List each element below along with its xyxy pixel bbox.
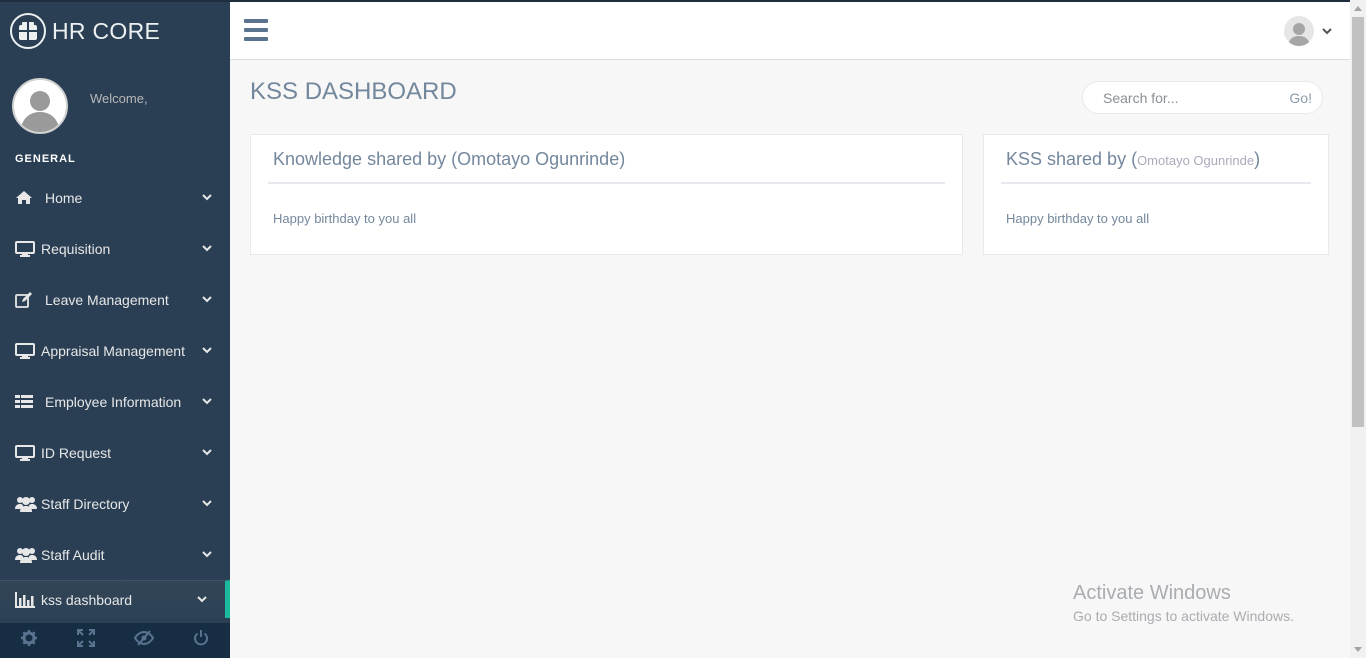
vertical-scrollbar[interactable] — [1350, 0, 1366, 658]
sidebar-item-label: Staff Directory — [41, 495, 130, 512]
welcome-text: Welcome, — [90, 91, 148, 106]
chevron-down-icon — [202, 346, 212, 356]
chevron-down-icon — [202, 244, 212, 254]
knowledge-panel: Knowledge shared by (Omotayo Ogunrinde) … — [250, 134, 963, 255]
chevron-down-icon — [197, 595, 207, 605]
fullscreen-button[interactable] — [58, 623, 116, 658]
chevron-down-icon — [202, 193, 212, 203]
lock-button[interactable] — [115, 623, 173, 658]
sidebar-item-staff-directory[interactable]: Staff Directory — [0, 478, 230, 529]
main-content: KSS DASHBOARD Go! Knowledge shared by (O… — [230, 60, 1350, 658]
panel-title-suffix: ) — [1254, 149, 1261, 169]
chevron-down-icon — [202, 550, 212, 560]
table-icon — [15, 394, 41, 409]
chevron-down-icon — [202, 448, 212, 458]
search-go-button[interactable]: Go! — [1289, 90, 1312, 106]
sidebar-item-leave-management[interactable]: Leave Management — [0, 274, 230, 325]
profile: Welcome, — [0, 60, 230, 150]
users-icon — [15, 547, 41, 563]
sidebar-item-label: Employee Information — [45, 393, 182, 410]
scroll-up-icon[interactable] — [1354, 6, 1362, 11]
sidebar-item-label: Staff Audit — [41, 546, 105, 563]
sidebar-item-label: Appraisal Management — [41, 342, 185, 359]
logout-button[interactable] — [173, 623, 231, 658]
search-input[interactable] — [1083, 89, 1263, 106]
panel-title-name: Omotayo Ogunrinde — [1137, 153, 1255, 168]
desktop-icon — [15, 342, 41, 359]
watermark-subtitle: Go to Settings to activate Windows. — [1073, 608, 1294, 624]
scroll-down-icon[interactable] — [1354, 647, 1362, 652]
sidebar-footer — [0, 623, 230, 658]
sidebar-item-home[interactable]: Home — [0, 172, 230, 223]
chevron-down-icon — [202, 397, 212, 407]
edit-icon — [15, 291, 41, 308]
sidebar-item-kss-dashboard[interactable]: kss dashboard — [0, 580, 230, 618]
sidebar-item-label: ID Request — [41, 444, 112, 461]
avatar — [12, 78, 68, 134]
menu-toggle-icon[interactable] — [244, 19, 268, 41]
kss-panel: KSS shared by (Omotayo Ogunrinde) Happy … — [983, 134, 1329, 255]
sidebar-item-requisition[interactable]: Requisition — [0, 223, 230, 274]
desktop-icon — [15, 240, 41, 257]
sidebar-item-label: Leave Management — [45, 291, 169, 308]
scroll-thumb[interactable] — [1352, 17, 1364, 427]
brand[interactable]: HR CORE — [0, 0, 230, 60]
watermark-title: Activate Windows — [1073, 582, 1231, 604]
chevron-down-icon — [202, 499, 212, 509]
sidebar-item-label: Home — [45, 189, 83, 206]
activation-watermark: Activate Windows Go to Settings to activ… — [1073, 582, 1294, 624]
fullscreen-icon — [77, 629, 96, 652]
home-icon — [15, 190, 41, 205]
panel-title-prefix: KSS shared by ( — [1006, 149, 1138, 169]
panel-body: Happy birthday to you all — [1006, 211, 1150, 226]
panel-title: Knowledge shared by (Omotayo Ogunrinde) — [268, 135, 945, 184]
section-title: GENERAL — [15, 153, 76, 165]
building-icon — [10, 13, 46, 49]
users-icon — [15, 496, 41, 512]
sidebar: HR CORE Welcome, GENERAL Home Requisitio… — [0, 0, 230, 658]
search-box: Go! — [1082, 81, 1323, 114]
eye-slash-icon — [133, 630, 154, 651]
desktop-icon — [15, 444, 41, 461]
sidebar-item-staff-audit[interactable]: Staff Audit — [0, 529, 230, 580]
sidebar-item-employee-information[interactable]: Employee Information — [0, 376, 230, 427]
chevron-down-icon — [202, 295, 212, 305]
panel-body: Happy birthday to you all — [273, 211, 417, 226]
bar-chart-icon — [15, 591, 41, 608]
sidebar-item-id-request[interactable]: ID Request — [0, 427, 230, 478]
page-title: KSS DASHBOARD — [250, 78, 457, 105]
top-nav — [230, 0, 1350, 60]
user-menu[interactable] — [1284, 16, 1332, 46]
panel-title: KSS shared by (Omotayo Ogunrinde) — [1001, 135, 1311, 184]
sidebar-item-label: Requisition — [41, 240, 111, 257]
settings-button[interactable] — [0, 623, 58, 658]
settings-icon — [20, 630, 37, 651]
power-icon — [193, 630, 209, 651]
avatar — [1284, 16, 1314, 46]
chevron-down-icon — [1322, 22, 1332, 40]
brand-title: HR CORE — [52, 17, 161, 44]
sidebar-item-appraisal-management[interactable]: Appraisal Management — [0, 325, 230, 376]
sidebar-item-label: kss dashboard — [41, 591, 133, 608]
